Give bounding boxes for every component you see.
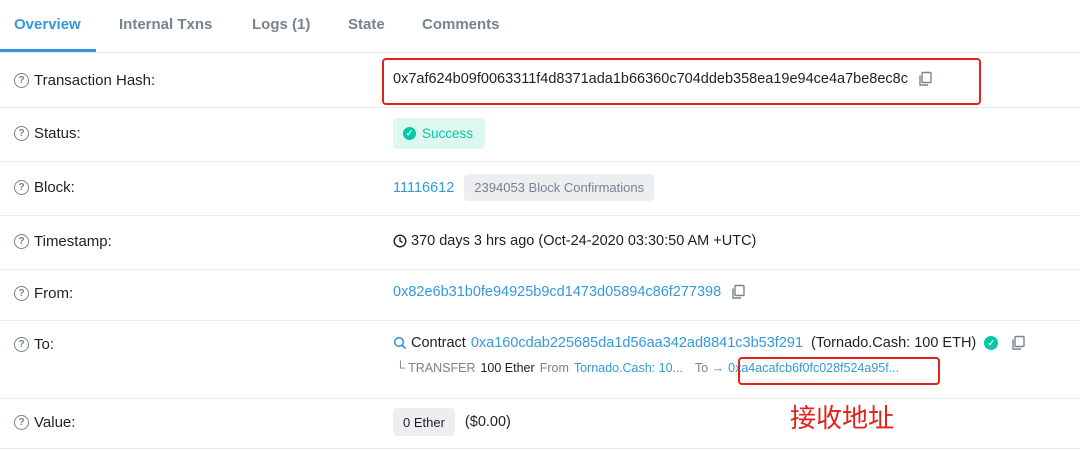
question-icon[interactable]: ? bbox=[14, 180, 29, 195]
question-icon[interactable]: ? bbox=[14, 415, 29, 430]
copy-icon[interactable] bbox=[917, 71, 933, 87]
block-label: Block: bbox=[34, 179, 75, 196]
block-confirmations-badge: 2394053 Block Confirmations bbox=[464, 174, 655, 201]
transaction-hash-value: 0x7af624b09f0063311f4d8371ada1b66360c704… bbox=[393, 71, 908, 87]
from-address-link[interactable]: 0x82e6b31b0fe94925b9cd1473d05894c86f2773… bbox=[393, 284, 721, 300]
to-label: To: bbox=[34, 336, 55, 353]
row-value: ? Value: 0 Ether ($0.00) bbox=[0, 398, 1080, 449]
row-transaction-hash: ? Transaction Hash: 0x7af624b09f0063311f… bbox=[0, 53, 1080, 108]
tab-internal-txns[interactable]: Internal Txns bbox=[119, 16, 212, 33]
timestamp-value: 370 days 3 hrs ago (Oct-24-2020 03:30:50… bbox=[411, 233, 757, 249]
contract-address-link[interactable]: 0xa160cdab225685da1d56aa342ad8841c3b53f2… bbox=[471, 335, 803, 351]
transfer-prefix: └ TRANSFER bbox=[396, 361, 476, 375]
from-label: From: bbox=[34, 285, 74, 302]
question-icon[interactable]: ? bbox=[14, 234, 29, 249]
status-badge-text: Success bbox=[422, 126, 474, 141]
tab-comments[interactable]: Comments bbox=[422, 16, 500, 33]
internal-transfer-line: └ TRANSFER 100 Ether From Tornado.Cash: … bbox=[396, 361, 899, 375]
copy-icon[interactable] bbox=[730, 284, 746, 300]
transfer-amount: 100 Ether bbox=[480, 361, 535, 375]
question-icon[interactable]: ? bbox=[14, 73, 29, 88]
tab-overview[interactable]: Overview bbox=[14, 16, 81, 33]
block-number-link[interactable]: 11116612 bbox=[393, 180, 454, 196]
tab-bar: Overview Internal Txns Logs (1) State Co… bbox=[0, 0, 1080, 53]
row-block: ? Block: 11116612 2394053 Block Confirma… bbox=[0, 161, 1080, 216]
tab-logs[interactable]: Logs (1) bbox=[252, 16, 310, 33]
transfer-from-link[interactable]: Tornado.Cash: 10... bbox=[574, 361, 683, 375]
transaction-hash-label: Transaction Hash: bbox=[34, 72, 156, 89]
value-usd: ($0.00) bbox=[464, 414, 511, 430]
question-icon[interactable]: ? bbox=[14, 337, 29, 352]
verified-check-icon: ✓ bbox=[984, 336, 999, 350]
status-label: Status: bbox=[34, 125, 81, 142]
search-contract-icon bbox=[393, 336, 407, 350]
timestamp-label: Timestamp: bbox=[34, 233, 112, 250]
active-tab-indicator bbox=[0, 49, 96, 52]
value-amount-badge: 0 Ether bbox=[393, 408, 455, 436]
recipient-annotation: 接收地址 bbox=[790, 403, 895, 433]
clock-icon bbox=[393, 234, 407, 248]
transfer-to-link[interactable]: 0xa4acafcb6f0fc028f524a95f... bbox=[728, 361, 899, 375]
row-timestamp: ? Timestamp: 370 days 3 hrs ago (Oct-24-… bbox=[0, 215, 1080, 270]
copy-icon[interactable] bbox=[1010, 335, 1026, 351]
row-to: ? To: Contract 0xa160cdab225685da1d56aa3… bbox=[0, 320, 1080, 399]
contract-prefix: Contract bbox=[411, 335, 466, 351]
status-badge: ✓ Success bbox=[393, 118, 486, 149]
transfer-to-label: To → bbox=[694, 361, 725, 375]
value-label: Value: bbox=[34, 414, 76, 431]
row-status: ? Status: ✓ Success bbox=[0, 107, 1080, 162]
question-icon[interactable]: ? bbox=[14, 286, 29, 301]
row-from: ? From: 0x82e6b31b0fe94925b9cd1473d05894… bbox=[0, 269, 1080, 321]
transfer-from-label: From bbox=[539, 361, 569, 375]
contract-name: (Tornado.Cash: 100 ETH) bbox=[811, 335, 977, 351]
check-circle-icon: ✓ bbox=[403, 127, 416, 140]
question-icon[interactable]: ? bbox=[14, 126, 29, 141]
tab-state[interactable]: State bbox=[348, 16, 385, 33]
